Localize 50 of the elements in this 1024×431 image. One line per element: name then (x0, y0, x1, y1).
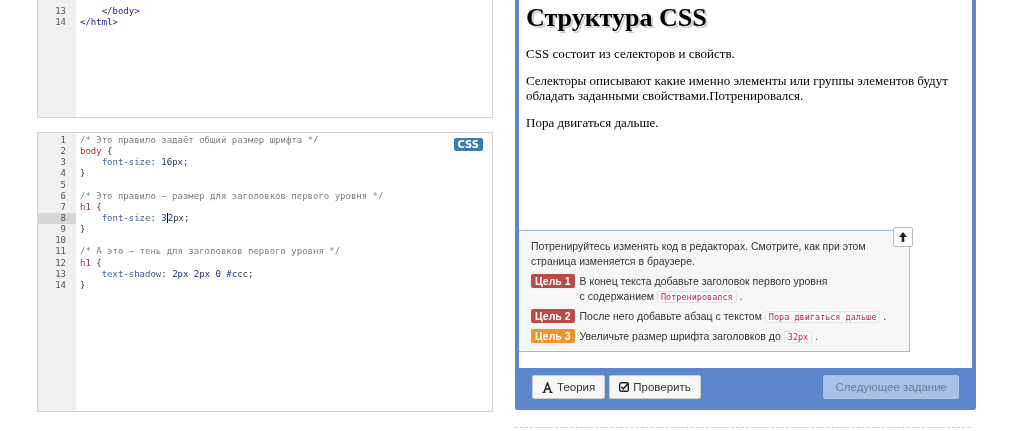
line-number: 4 (59, 168, 67, 180)
code-line: /* Это правило задаёт общий размер шрифта */ (79, 135, 319, 147)
code-snippet: Пора двигаться дальше (764, 311, 881, 323)
line-number: 10 (54, 235, 67, 247)
line-number: 14 (54, 17, 67, 29)
language-badge: CSS (453, 138, 483, 151)
line-number: 11 (54, 246, 67, 258)
goal-text: После него добавьте абзац с текстом Пора двигаться дальше . (579, 309, 887, 325)
code-line: /* А это — тень для заголовков первого уровня */ (79, 246, 341, 258)
goal-label: Цель 1 (531, 274, 575, 288)
line-number: 12 (54, 257, 67, 269)
code-line: font-size: 16px; (100, 157, 189, 169)
code-line: </body> (100, 6, 140, 18)
letter-a-icon (542, 381, 553, 393)
checkbox-icon (619, 382, 630, 392)
line-number: 14 (54, 279, 67, 291)
code-line: /* Это правило — размер для заголовков первого уровня */ (79, 190, 384, 202)
line-number: 13 (54, 6, 67, 18)
line-number: 7 (59, 201, 67, 213)
line-number: 6 (59, 190, 67, 202)
line-number: 3 (59, 157, 67, 169)
code-snippet: Потренировался (657, 291, 737, 303)
line-number: 2 (59, 146, 67, 158)
goal-label: Цель 3 (531, 329, 575, 343)
code-line: } (79, 168, 86, 180)
theory-button[interactable]: Теория (532, 375, 606, 399)
preview-paragraph: CSS состоит из селекторов и свойств. (526, 46, 736, 61)
task-intro: Потренируйтесь изменять код в редакторах. Смотрите, как при этом страница изменяется в браузере. (531, 239, 867, 269)
goal-text: Увеличьте размер шрифта заголовков до 32px . (579, 329, 819, 345)
line-number: 5 (59, 179, 67, 191)
line-number: 1 (59, 135, 67, 147)
code-line: } (79, 224, 86, 236)
goal-label: Цель 2 (531, 309, 575, 323)
check-button[interactable]: Проверить (609, 375, 701, 399)
code-line: font-size: 3 2px; (100, 213, 190, 225)
code-line: h1 { (79, 201, 102, 213)
code-line: } (79, 279, 86, 291)
code-line: text-shadow: 2px 2px 0 #ccc; (100, 268, 254, 280)
preview-paragraph: Пора двигаться дальше. (526, 115, 660, 130)
code-line: body { (79, 146, 113, 158)
line-number: 13 (54, 268, 67, 280)
arrow-up-icon (899, 232, 907, 242)
preview-paragraph: Селекторы описывают какие именно элементы или группы элементов будут обладать заданными свойствами.Потренировался. (526, 73, 949, 103)
line-number: 9 (59, 224, 67, 236)
preview-heading: Структура CSS (526, 2, 708, 34)
code-line: </html> (79, 17, 118, 29)
code-line: h1 { (79, 257, 102, 269)
code-snippet: 32px (783, 331, 813, 343)
goal-text: В конец текста добавьте заголовок первого уровня с содержанием Потренировался . (579, 274, 828, 305)
collapse-button[interactable] (893, 227, 913, 247)
